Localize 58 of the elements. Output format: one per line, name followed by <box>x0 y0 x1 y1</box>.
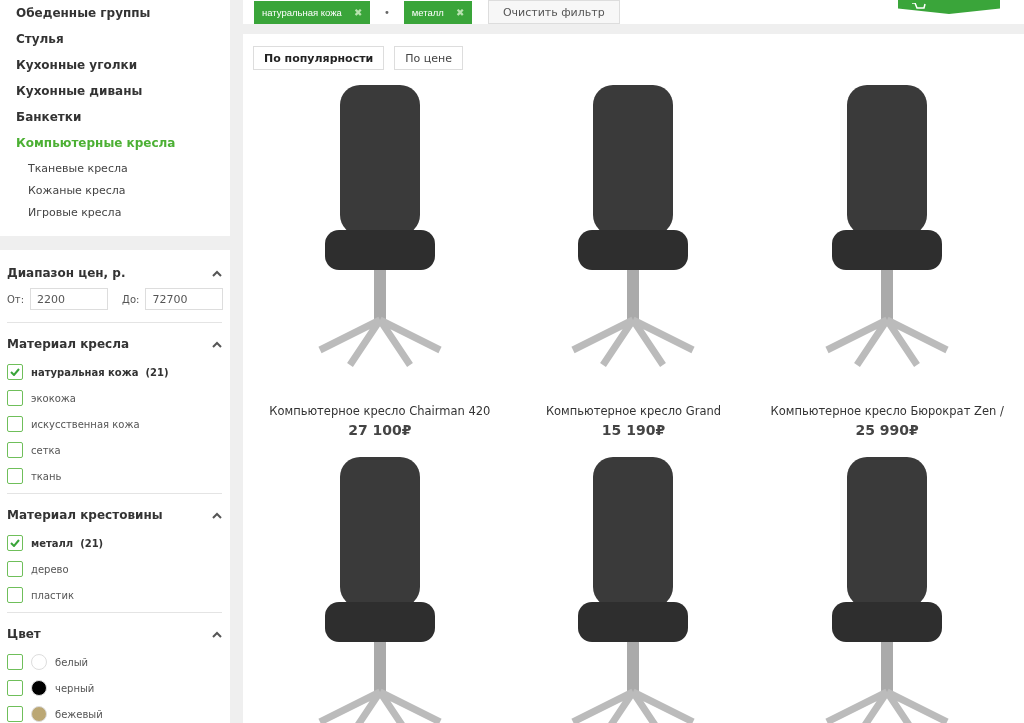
cart-icon <box>912 3 926 11</box>
option-label: сетка <box>31 444 61 456</box>
category-link[interactable]: Стулья <box>16 28 230 54</box>
category-link[interactable]: Кухонные диваны <box>16 80 230 106</box>
product-price: 15 190₽ <box>601 422 666 438</box>
option-label: ткань <box>31 470 62 482</box>
option-label: дерево <box>31 563 69 575</box>
to-label: До: <box>122 293 140 305</box>
checkbox[interactable] <box>7 654 23 670</box>
option-label: пластик <box>31 589 74 601</box>
product-price: 27 100₽ <box>348 422 412 438</box>
product-title[interactable]: Компьютерное кресло Бюрократ Zen / <box>770 404 1004 418</box>
subcategory-link[interactable]: Игровые кресла <box>16 202 230 224</box>
checkbox[interactable] <box>7 390 23 406</box>
chevron-up-icon[interactable] <box>212 630 222 638</box>
cart-button[interactable] <box>898 0 1000 14</box>
product-price: 25 990₽ <box>855 422 919 438</box>
price-from-field[interactable]: 2200 <box>30 288 109 310</box>
check-icon <box>10 368 20 376</box>
option-label: белый <box>55 656 89 668</box>
sort-button[interactable]: По популярности <box>253 46 385 70</box>
category-link[interactable]: Банкетки <box>16 106 230 132</box>
checkbox[interactable] <box>7 416 23 432</box>
option-label: черный <box>55 682 95 694</box>
checkbox[interactable] <box>7 561 23 577</box>
chevron-up-icon[interactable] <box>212 511 222 519</box>
tag-label: натуральная кожа <box>262 6 342 18</box>
product-title[interactable]: Компьютерное кресло Chairman 420 <box>269 404 491 418</box>
option-label: натуральная кожа (21) <box>31 366 169 378</box>
option-label: бежевый <box>55 708 103 720</box>
chevron-up-icon[interactable] <box>212 340 222 348</box>
subcategory-link[interactable]: Кожаные кресла <box>16 180 230 202</box>
clear-filter-button[interactable]: Очистить фильтр <box>487 0 620 24</box>
product-title[interactable]: Компьютерное кресло Grand <box>545 404 722 418</box>
checkbox[interactable] <box>7 468 23 484</box>
checkbox[interactable] <box>7 680 23 696</box>
sort-button[interactable]: По цене <box>394 46 463 70</box>
filter-title: Цвет <box>7 627 41 641</box>
from-label: От: <box>7 293 25 305</box>
checkbox[interactable] <box>7 706 23 722</box>
check-icon <box>10 539 20 547</box>
separator-dot: • <box>383 6 390 18</box>
price-to-field[interactable]: 72700 <box>145 288 224 310</box>
subcategory-link[interactable]: Тканевые кресла <box>16 158 230 180</box>
option-label: искусственная кожа <box>31 418 140 430</box>
chevron-up-icon[interactable] <box>212 269 222 277</box>
checkbox[interactable] <box>7 442 23 458</box>
checkbox[interactable] <box>7 535 23 551</box>
checkbox[interactable] <box>7 364 23 380</box>
filter-title: Материал кресла <box>7 337 130 351</box>
tag-label: металл <box>411 6 444 18</box>
category-link[interactable]: Обеденные группы <box>16 2 230 28</box>
option-label: металл (21) <box>31 537 104 549</box>
filter-title: Диапазон цен, р. <box>7 266 126 280</box>
option-label: экокожа <box>31 392 76 404</box>
checkbox[interactable] <box>7 587 23 603</box>
filter-title: Материал крестовины <box>7 508 163 522</box>
category-link[interactable]: Кухонные уголки <box>16 54 230 80</box>
